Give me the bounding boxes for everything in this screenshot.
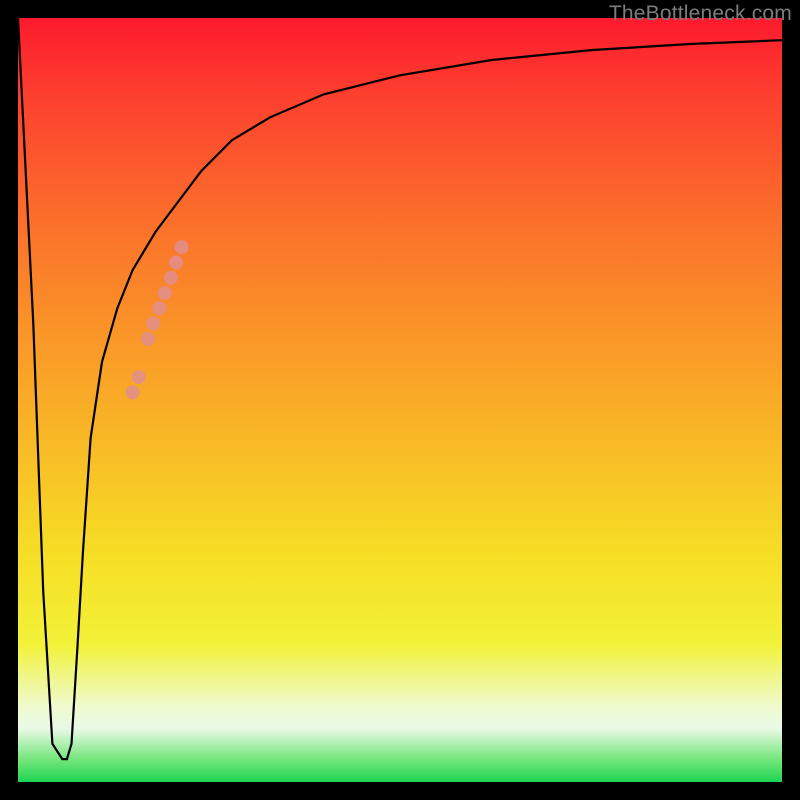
highlight-dot — [146, 317, 160, 331]
plot-area — [18, 18, 782, 782]
chart-stage: TheBottleneck.com — [0, 0, 800, 800]
highlight-dot — [175, 240, 189, 254]
highlight-dot — [164, 271, 178, 285]
highlight-dot — [132, 370, 146, 384]
curve-layer — [18, 18, 782, 782]
highlight-dot — [158, 286, 172, 300]
watermark-text: TheBottleneck.com — [609, 2, 792, 26]
highlight-dot — [141, 332, 155, 346]
highlight-dot — [152, 301, 166, 315]
highlight-dot — [169, 256, 183, 270]
highlight-dot — [126, 385, 140, 399]
